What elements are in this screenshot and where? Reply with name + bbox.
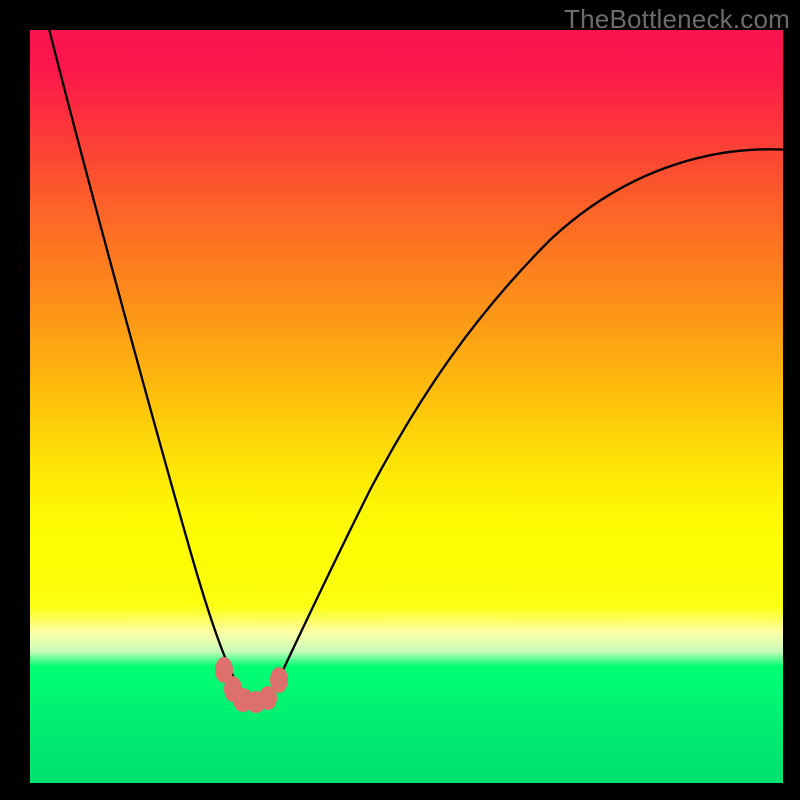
chart-frame: TheBottleneck.com bbox=[0, 0, 800, 800]
marker-dot bbox=[270, 667, 288, 693]
watermark-text: TheBottleneck.com bbox=[564, 4, 790, 35]
bottleneck-curve bbox=[48, 30, 783, 701]
plot-area bbox=[30, 30, 783, 783]
curve-svg bbox=[30, 30, 783, 783]
